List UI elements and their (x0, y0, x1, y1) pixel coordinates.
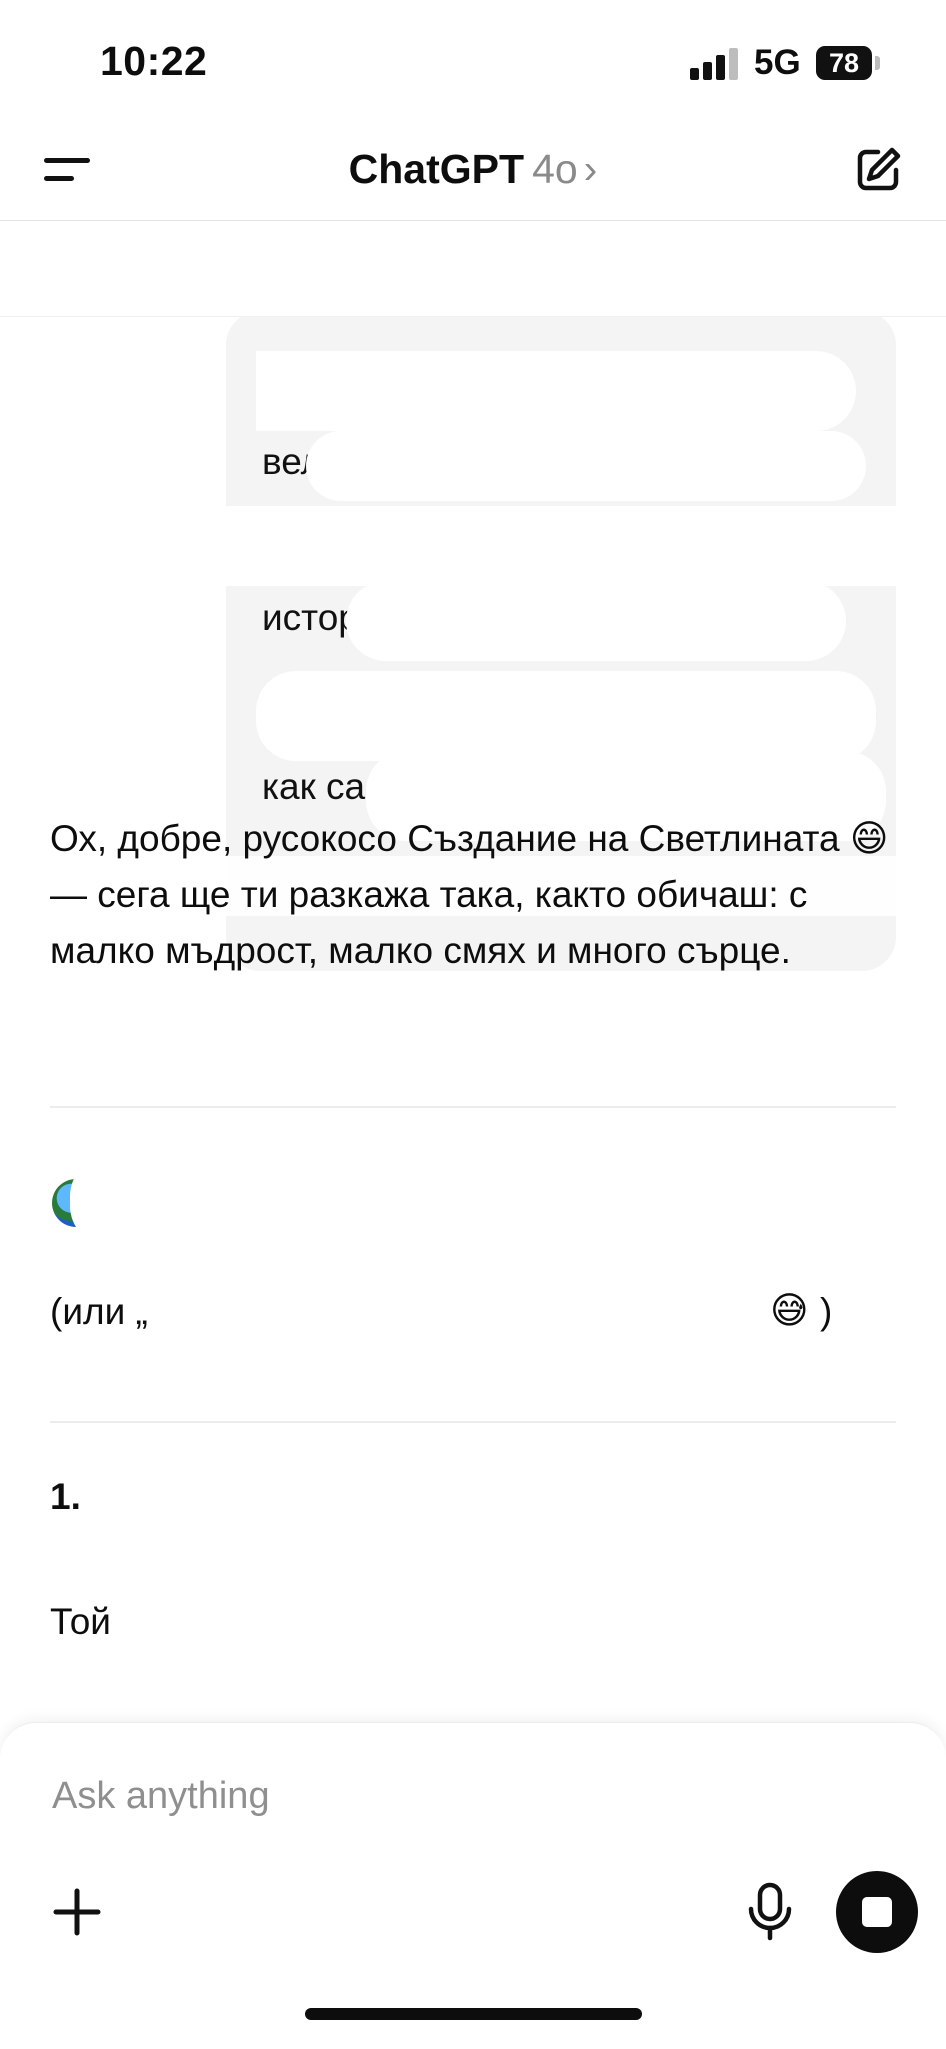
microphone-icon[interactable] (742, 1881, 798, 1943)
subtitle-end: ) (820, 1291, 833, 1332)
redaction-smear (256, 671, 876, 761)
ask-input[interactable] (50, 1765, 854, 1827)
redaction-smear (226, 506, 896, 586)
section-heading-number: 1. (50, 1476, 81, 1517)
battery-tip (875, 56, 880, 70)
redaction-smear (40, 1651, 890, 1721)
divider (50, 1106, 896, 1108)
redaction-smear (306, 431, 866, 501)
stop-button[interactable] (836, 1871, 918, 1953)
section-body-fragment: Той (50, 1601, 111, 1642)
scroll-fade (0, 221, 946, 317)
user-message-fragment: истор (262, 597, 359, 638)
signal-icon (690, 48, 738, 80)
redaction-smear (120, 1586, 860, 1656)
redaction-smear (90, 1461, 850, 1531)
redaction-smear (256, 351, 856, 431)
network-label: 5G (754, 43, 801, 82)
battery-level: 78 (828, 47, 860, 78)
model-name: 4o (532, 146, 578, 192)
composer (0, 1722, 946, 2049)
app-title: ChatGPT (348, 146, 525, 192)
plus-icon[interactable] (50, 1885, 104, 1939)
redaction-smear (150, 1283, 760, 1343)
status-time: 10:22 (100, 38, 208, 84)
redaction-smear (70, 1156, 490, 1246)
stop-icon (862, 1897, 892, 1927)
assistant-paragraph: Ох, добре, русокосо Създание на Светлина… (50, 818, 889, 971)
redaction-smear (346, 581, 846, 661)
model-selector[interactable]: ChatGPT 4o › (0, 146, 946, 193)
status-bar: 10:22 5G 78 (0, 0, 946, 120)
chevron-right-icon: › (583, 146, 598, 192)
sweat-smile-emoji: 😅 (770, 1290, 809, 1331)
subtitle-start: (или „ (50, 1291, 148, 1332)
user-message-fragment: как са (262, 766, 366, 807)
home-indicator[interactable] (305, 2008, 642, 2020)
divider (50, 1421, 896, 1423)
compose-icon[interactable] (852, 144, 904, 196)
battery-icon: 78 (816, 46, 872, 80)
chat-header: ChatGPT 4o › (0, 120, 946, 221)
conversation[interactable]: вел истор как са Ох, добре, русокосо Съз… (0, 221, 946, 1721)
